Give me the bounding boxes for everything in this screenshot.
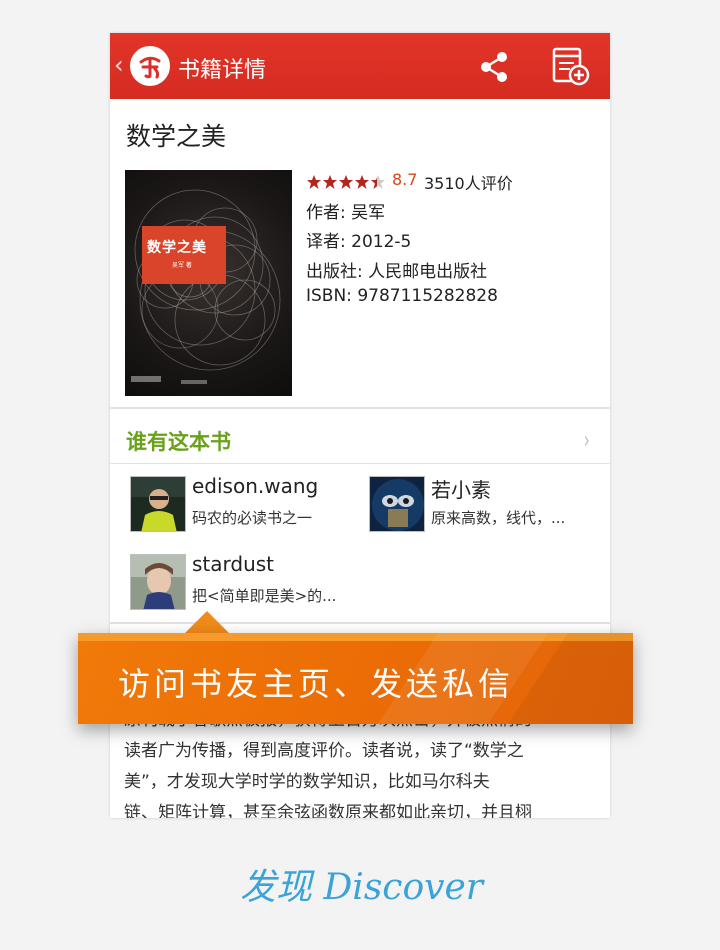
avatar[interactable] <box>369 476 425 532</box>
divider <box>110 407 610 409</box>
owner-name[interactable]: stardust <box>192 552 274 576</box>
app-bar: ‹ 书籍详情 <box>110 33 610 99</box>
rating-score: 8.7 <box>392 170 418 189</box>
rating-stars-icon <box>307 175 385 189</box>
divider <box>110 463 610 464</box>
book-publisher: 出版社: 人民邮电出版社 <box>306 262 488 282</box>
avatar[interactable] <box>130 476 186 532</box>
description-line: 链、矩阵计算，甚至余弦函数原来都如此亲切，并且栩 <box>124 803 532 818</box>
add-booklist-icon <box>552 47 590 86</box>
description-line: 读者广为传播，得到高度评价。读者说，读了“数学之 <box>124 741 524 761</box>
book-translator: 译者: 2012-5 <box>306 232 412 252</box>
banner-text: 访问书友主页、发送私信 <box>118 665 515 703</box>
back-chevron-icon[interactable]: ‹ <box>114 51 124 79</box>
book-title: 数学之美 <box>126 122 227 151</box>
owners-section-title[interactable]: 谁有这本书 <box>126 426 231 456</box>
book-author: 作者: 吴军 <box>306 203 386 223</box>
avatar[interactable] <box>130 554 186 610</box>
add-to-booklist-button[interactable] <box>550 45 590 87</box>
banner-pointer <box>185 611 229 633</box>
owner-name[interactable]: edison.wang <box>192 474 318 498</box>
owner-name[interactable]: 若小素 <box>431 474 491 503</box>
owner-note: 把<简单即是美>的... <box>192 587 337 605</box>
cover-subtitle: 吴军 著 <box>172 262 192 269</box>
app-logo[interactable] <box>130 46 170 86</box>
owner-item[interactable]: 若小素 原来高数，线代，... <box>369 476 599 536</box>
feature-banner: 访问书友主页、发送私信 <box>78 633 633 724</box>
discover-label: 发现 Discover <box>240 867 483 908</box>
share-button[interactable] <box>474 47 514 87</box>
owner-note: 码农的必读书之一 <box>192 509 313 527</box>
owner-item[interactable]: stardust 把<简单即是美>的... <box>130 552 360 614</box>
cover-title: 数学之美 <box>147 240 207 256</box>
book-cover[interactable]: 数学之美 吴军 著 <box>125 170 292 396</box>
page-title: 书籍详情 <box>178 58 267 83</box>
description-line: 美”，才发现大学时学的数学知识，比如马尔科夫 <box>124 772 490 792</box>
share-icon <box>481 52 507 82</box>
chevron-right-icon[interactable]: › <box>584 426 590 454</box>
owner-note: 原来高数，线代，... <box>431 509 566 527</box>
book-isbn: ISBN: 9787115282828 <box>306 286 498 306</box>
owner-item[interactable]: edison.wang 码农的必读书之一 <box>130 474 360 536</box>
rating-count: 3510人评价 <box>424 174 513 193</box>
